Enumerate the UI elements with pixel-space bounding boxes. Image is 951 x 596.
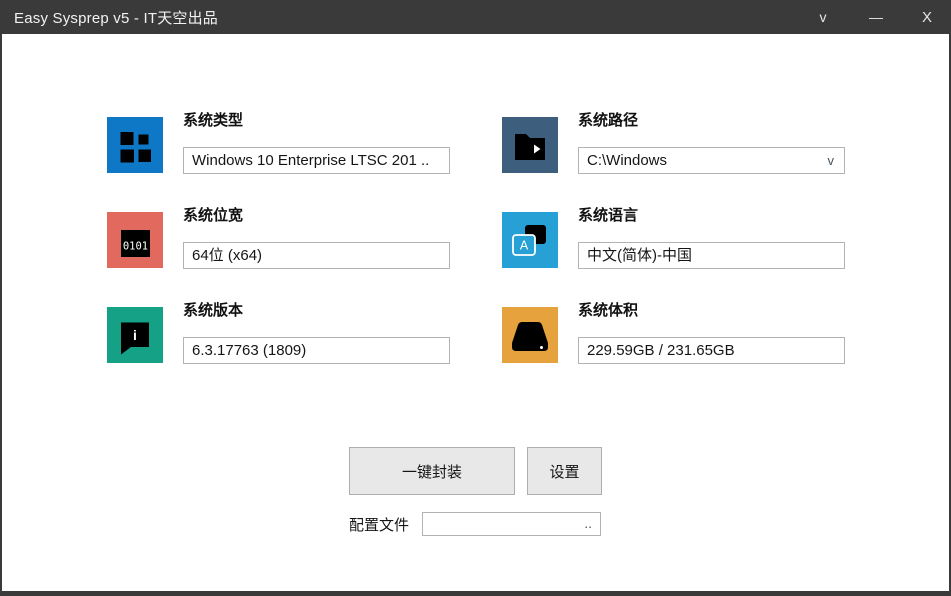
field-label: 系统位宽 [183, 207, 244, 224]
window-title: Easy Sysprep v5 - IT天空出品 [14, 9, 219, 27]
icon-letter-a: A [520, 239, 529, 253]
info-bubble-icon: i [107, 307, 163, 363]
system-version-input[interactable]: 6.3.17763 (1809) [183, 337, 450, 364]
apps-grid-icon [107, 117, 163, 173]
field-value: C:\Windows [587, 152, 668, 169]
config-file-label: 配置文件 [349, 516, 410, 534]
one-click-package-button[interactable]: 一键封装 [349, 447, 515, 495]
system-path-combobox[interactable]: C:\Windows v [578, 147, 845, 174]
system-volume-input[interactable]: 229.59GB / 231.65GB [578, 337, 845, 364]
field-label: 系统路径 [578, 112, 639, 129]
field-system-type: 系统类型 Windows 10 Enterprise LTSC 201 .. [107, 112, 450, 174]
field-system-language: A 系统语言 中文(简体)-中国 [502, 207, 845, 269]
config-file-row: 配置文件 .. [349, 512, 602, 536]
config-file-input[interactable]: .. [422, 512, 602, 536]
browse-button[interactable]: .. [584, 513, 592, 533]
field-label: 系统体积 [578, 302, 639, 319]
field-value: 6.3.17763 (1809) [192, 342, 307, 359]
chevron-down-icon[interactable]: v [828, 148, 835, 173]
field-system-volume: 系统体积 229.59GB / 231.65GB [502, 302, 845, 364]
system-info-grid: 系统类型 Windows 10 Enterprise LTSC 201 .. 系… [107, 112, 845, 364]
close-button[interactable]: X [910, 0, 944, 34]
folder-arrow-icon [502, 117, 558, 173]
app-window: Easy Sysprep v5 - IT天空出品 v — X 系统类型 Wind… [0, 0, 951, 596]
binary-window-icon: 0101 [107, 212, 163, 268]
settings-button[interactable]: 设置 [527, 447, 602, 495]
field-value: 64位 (x64) [192, 247, 263, 264]
titlebar-dropdown-button[interactable]: v [806, 0, 840, 34]
icon-info-i: i [133, 327, 137, 343]
action-buttons: 一键封装 设置 [349, 447, 602, 495]
field-label: 系统语言 [578, 207, 639, 224]
hard-drive-icon [502, 307, 558, 363]
icon-binary-text: 0101 [123, 241, 148, 253]
system-type-input[interactable]: Windows 10 Enterprise LTSC 201 .. [183, 147, 450, 174]
field-label: 系统类型 [183, 112, 244, 129]
system-bitness-input[interactable]: 64位 (x64) [183, 242, 450, 269]
minimize-button[interactable]: — [859, 0, 893, 34]
field-label: 系统版本 [183, 302, 244, 319]
field-value: 229.59GB / 231.65GB [587, 342, 735, 359]
system-language-input[interactable]: 中文(简体)-中国 [578, 242, 845, 269]
field-system-version: i 系统版本 6.3.17763 (1809) [107, 302, 450, 364]
field-value: Windows 10 Enterprise LTSC 201 .. [192, 152, 430, 169]
field-system-bitness: 0101 系统位宽 64位 (x64) [107, 207, 450, 269]
main-panel: 系统类型 Windows 10 Enterprise LTSC 201 .. 系… [2, 34, 949, 591]
language-icon: A [502, 212, 558, 268]
field-value: 中文(简体)-中国 [587, 247, 692, 264]
field-system-path: 系统路径 C:\Windows v [502, 112, 845, 174]
